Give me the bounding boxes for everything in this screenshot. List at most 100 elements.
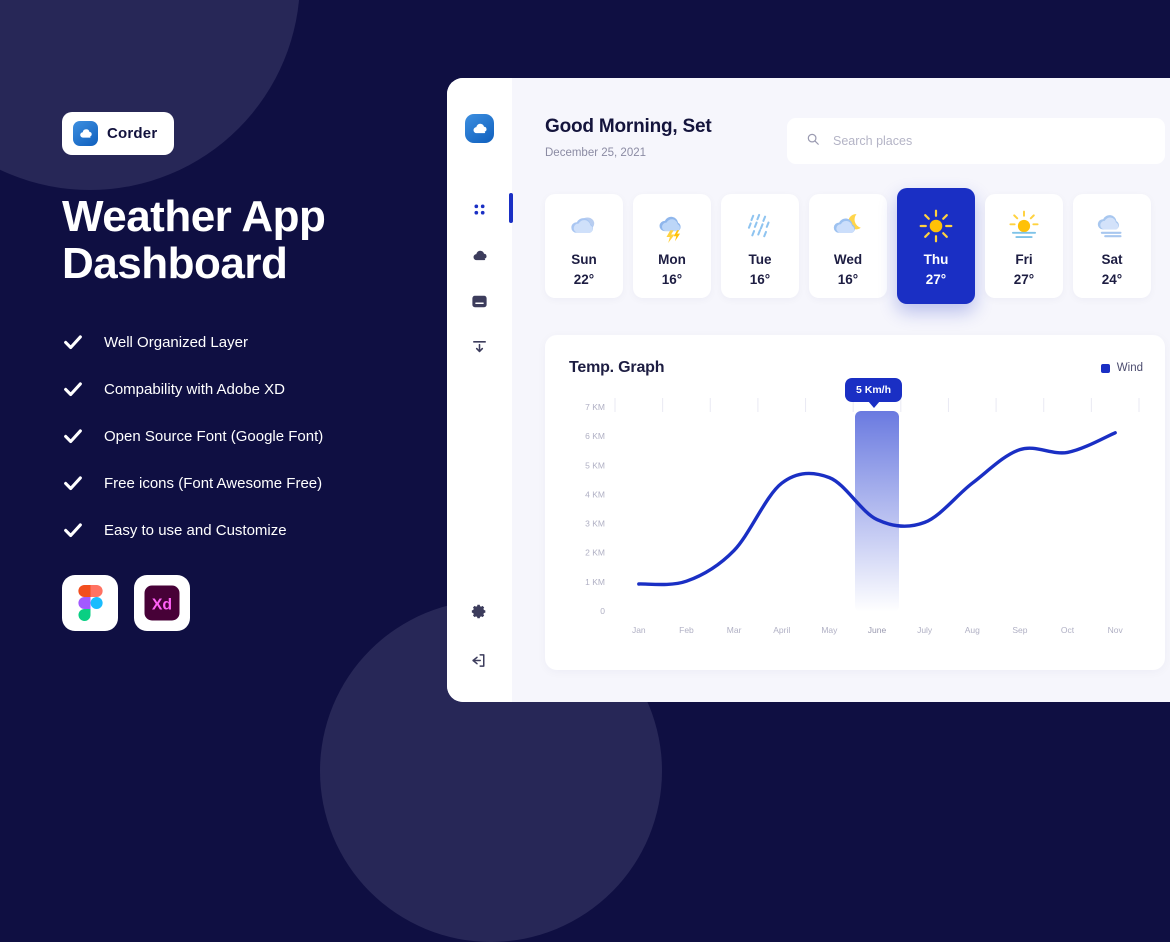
svg-text:Jan: Jan: [632, 625, 646, 635]
topbar: Good Morning, Set December 25, 2021 Sear…: [545, 116, 1165, 164]
cloud-icon: [73, 121, 98, 146]
forecast-temp: 24°: [1101, 271, 1123, 287]
svg-text:3 KM: 3 KM: [585, 519, 605, 529]
forecast-card-sun[interactable]: Sun 22°: [545, 194, 623, 298]
chart-header: Temp. Graph Wind: [569, 359, 1143, 377]
svg-text:July: July: [917, 625, 933, 635]
feature-list: Well Organized Layer Compability with Ad…: [62, 331, 422, 541]
sunset-icon: [1007, 206, 1041, 246]
svg-text:April: April: [773, 625, 790, 635]
forecast-temp: 16°: [837, 271, 859, 287]
list-item-label: Open Source Font (Google Font): [104, 427, 324, 445]
svg-text:4 KM: 4 KM: [585, 489, 605, 499]
forecast-temp: 16°: [661, 271, 683, 287]
promo-panel: Corder Weather App Dashboard Well Organi…: [62, 112, 422, 632]
forecast-temp: 27°: [925, 271, 947, 287]
svg-text:June: June: [868, 625, 887, 635]
chart-title: Temp. Graph: [569, 359, 665, 376]
cloudy-icon: [567, 206, 601, 246]
forecast-card-wed[interactable]: Wed 16°: [809, 194, 887, 298]
sidebar-item-weather[interactable]: [447, 243, 512, 267]
cloud-logo-icon: [465, 114, 494, 143]
svg-text:Sep: Sep: [1012, 625, 1027, 635]
svg-text:2 KM: 2 KM: [585, 548, 605, 558]
sidebar-item-inbox[interactable]: [447, 289, 512, 313]
sidebar-nav: [447, 193, 513, 359]
greeting-block: Good Morning, Set December 25, 2021: [545, 116, 712, 159]
forecast-day: Sat: [1101, 251, 1123, 267]
sidebar-item-logout[interactable]: [447, 648, 512, 672]
svg-text:5 KM: 5 KM: [585, 460, 605, 470]
figma-logo-icon: [62, 575, 118, 632]
list-item: Free icons (Font Awesome Free): [62, 472, 422, 494]
forecast-day: Sun: [571, 251, 597, 267]
svg-text:Nov: Nov: [1108, 625, 1124, 635]
forecast-temp: 27°: [1013, 271, 1035, 287]
dashboard-panel: Good Morning, Set December 25, 2021 Sear…: [447, 78, 1170, 702]
svg-text:7 KM: 7 KM: [585, 402, 605, 412]
thunderstorm-icon: [655, 206, 689, 246]
page-title-line1: Weather App: [62, 192, 326, 241]
forecast-card-fri[interactable]: Fri 27°: [985, 194, 1063, 298]
svg-text:Oct: Oct: [1061, 625, 1075, 635]
svg-text:Xd: Xd: [152, 597, 172, 614]
wind-line-chart: 7 KM 6 KM 5 KM 4 KM 3 KM 2 KM 1 KM 0 Jan Feb Mar Ap…: [585, 398, 1140, 635]
brand-badge-label: Corder: [107, 125, 158, 142]
svg-text:6 KM: 6 KM: [585, 431, 605, 441]
search-placeholder: Search places: [833, 134, 913, 148]
svg-text:Mar: Mar: [727, 625, 742, 635]
list-item: Open Source Font (Google Font): [62, 425, 422, 447]
page-title-line2: Dashboard: [62, 239, 288, 289]
list-item-label: Free icons (Font Awesome Free): [104, 474, 323, 492]
forecast-card-tue[interactable]: Tue 16°: [721, 194, 799, 298]
forecast-day: Tue: [748, 251, 772, 267]
forecast-card-mon[interactable]: Mon 16°: [633, 194, 711, 298]
list-item: Easy to use and Customize: [62, 519, 422, 541]
list-item-label: Compability with Adobe XD: [104, 380, 285, 398]
dashboard-content: Good Morning, Set December 25, 2021 Sear…: [512, 78, 1170, 702]
chart-plot: 7 KM 6 KM 5 KM 4 KM 3 KM 2 KM 1 KM 0 Jan Feb Mar Ap…: [569, 378, 1143, 640]
page-title: Weather App Dashboard: [62, 193, 422, 287]
check-icon: [62, 425, 84, 447]
forecast-temp: 22°: [573, 271, 595, 287]
sidebar-item-settings[interactable]: [447, 599, 512, 623]
rain-icon: [743, 206, 777, 246]
check-icon: [62, 378, 84, 400]
greeting-title: Good Morning, Set: [545, 116, 712, 137]
brand-badge: Corder: [62, 112, 175, 155]
forecast-day: Mon: [658, 251, 686, 267]
fog-icon: [1095, 206, 1129, 246]
search-icon: [806, 132, 820, 151]
list-item: Well Organized Layer: [62, 331, 422, 353]
adobe-xd-logo-icon: Xd: [134, 575, 190, 632]
forecast-card-sat[interactable]: Sat 24°: [1073, 194, 1151, 298]
night-cloudy-icon: [831, 206, 865, 246]
temp-graph-card: Temp. Graph Wind 7 KM 6 KM 5 KM 4 KM 3 KM 2 K…: [545, 335, 1165, 670]
sidebar-nav-bottom: [447, 599, 512, 672]
forecast-card-thu[interactable]: Thu 27°: [897, 188, 975, 304]
tool-logos: Xd: [62, 575, 422, 632]
svg-text:May: May: [821, 625, 838, 635]
list-item: Compability with Adobe XD: [62, 378, 422, 400]
list-item-label: Easy to use and Customize: [104, 521, 287, 539]
forecast-temp: 16°: [749, 271, 771, 287]
legend-swatch-wind: [1100, 363, 1110, 373]
sidebar-item-dashboard[interactable]: [447, 193, 513, 223]
forecast-day: Wed: [833, 251, 863, 267]
sidebar-item-downloads[interactable]: [447, 335, 512, 359]
svg-text:0: 0: [600, 606, 605, 616]
svg-text:1 KM: 1 KM: [585, 577, 605, 587]
search-input[interactable]: Search places: [787, 118, 1165, 164]
legend-label-wind: Wind: [1116, 362, 1143, 374]
sidebar: [447, 78, 513, 702]
svg-text:Aug: Aug: [965, 625, 980, 635]
check-icon: [62, 519, 84, 541]
check-icon: [62, 472, 84, 494]
forecast-list: Sun 22° Mon 16° Tue 16° Wed 16° Thu 27° …: [545, 188, 1165, 304]
chart-legend: Wind: [1100, 362, 1143, 374]
svg-text:Feb: Feb: [679, 625, 694, 635]
check-icon: [62, 331, 84, 353]
current-date: December 25, 2021: [545, 147, 647, 159]
list-item-label: Well Organized Layer: [104, 333, 248, 351]
forecast-day: Fri: [1015, 251, 1033, 267]
